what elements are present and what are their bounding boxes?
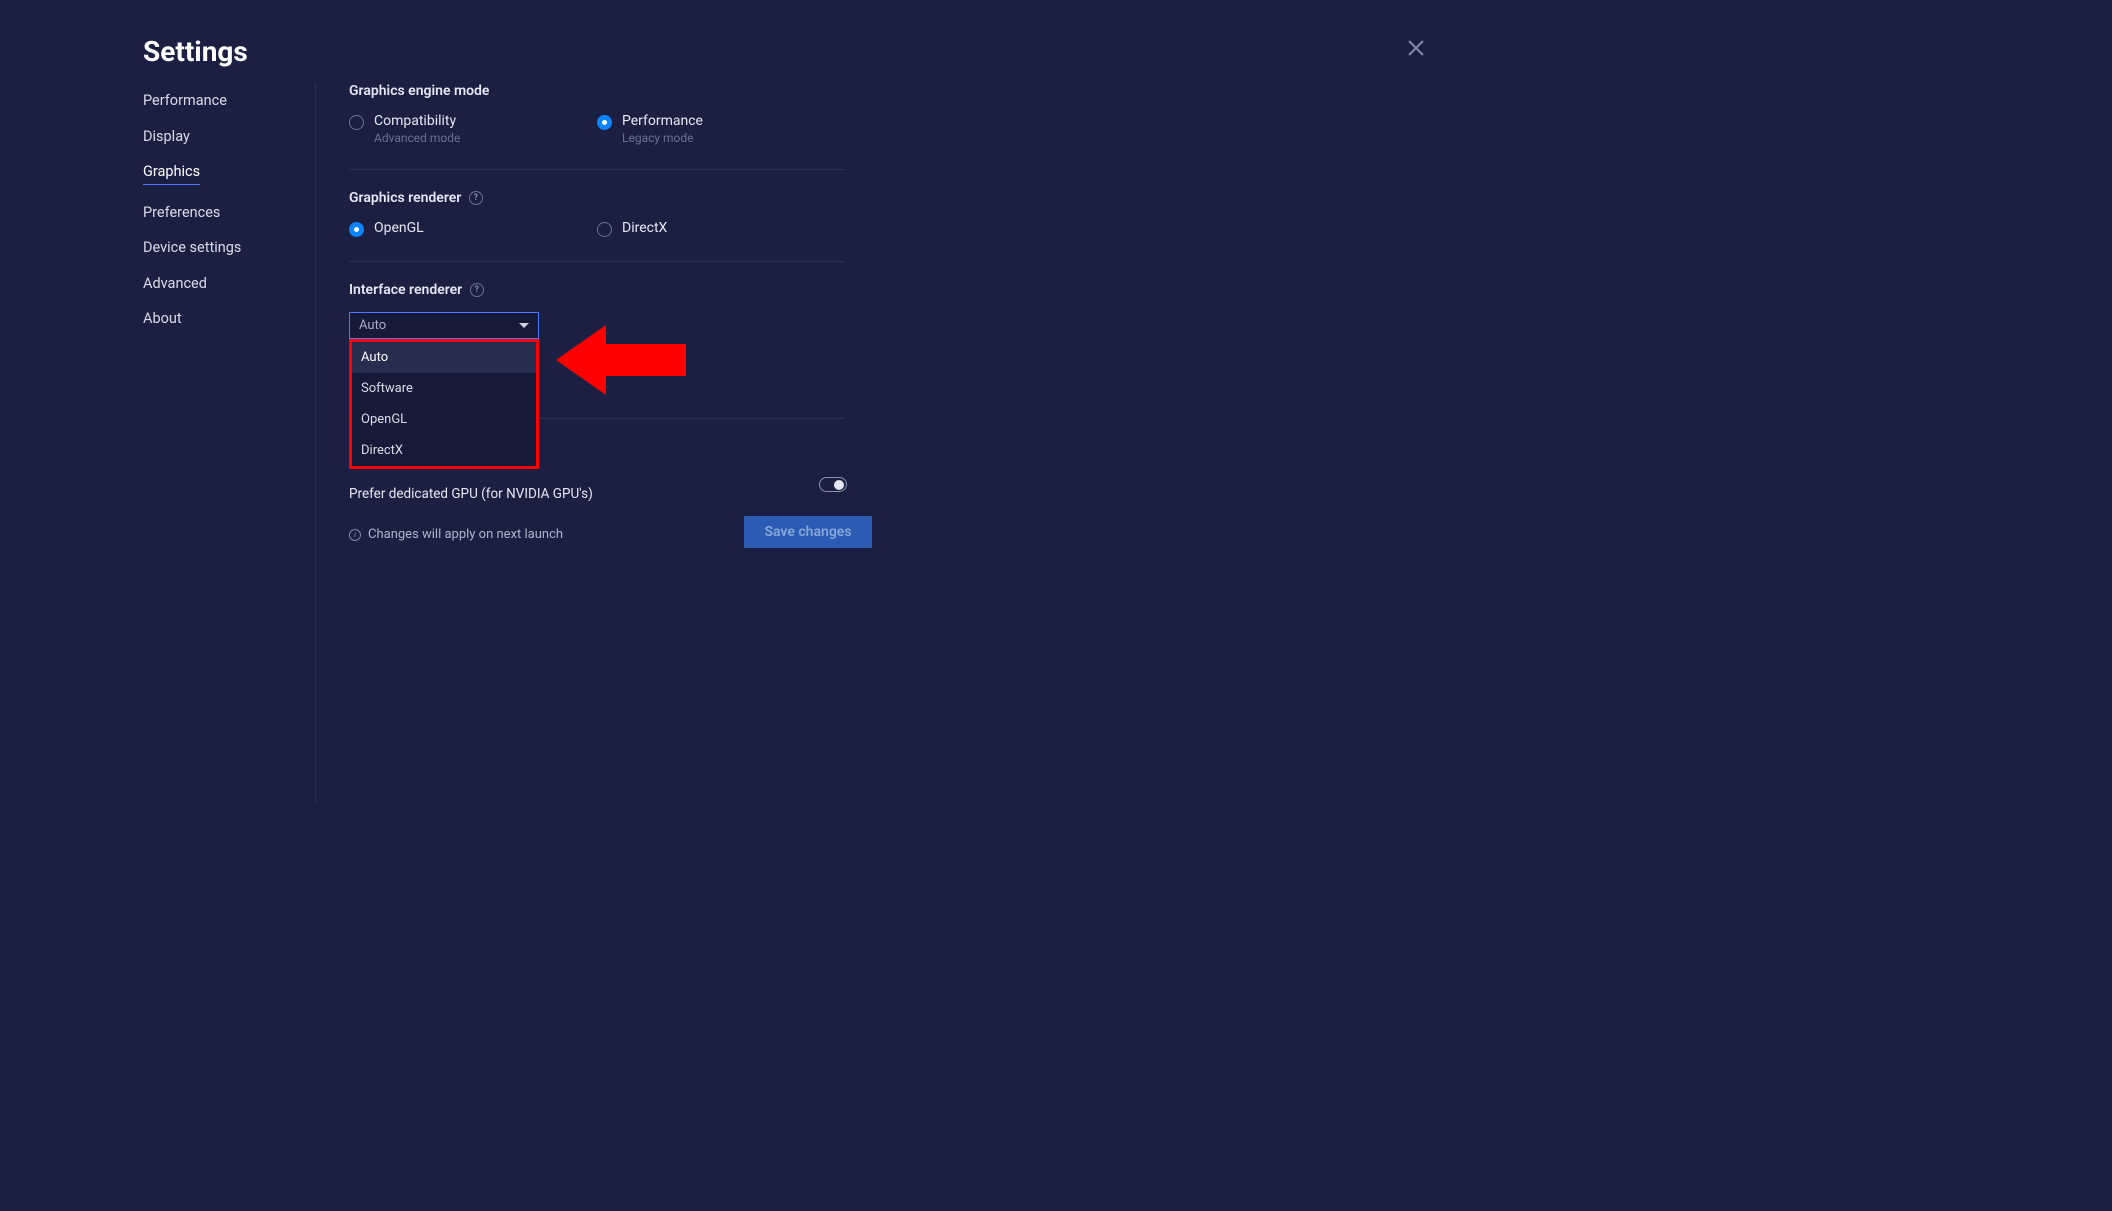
close-icon [1408, 40, 1424, 56]
annotation-arrow-icon [556, 320, 686, 404]
interface-renderer-label: Interface renderer ? [349, 282, 845, 298]
radio-icon [349, 115, 364, 130]
info-icon: i [349, 529, 361, 541]
save-changes-button[interactable]: Save changes [744, 516, 872, 548]
engine-mode-compatibility[interactable]: Compatibility Advanced mode [349, 113, 597, 145]
interface-renderer-dropdown-list: Auto Software OpenGL DirectX [349, 339, 539, 469]
dropdown-value: Auto [359, 318, 386, 333]
radio-sublabel: Advanced mode [374, 131, 460, 145]
section-divider [349, 169, 845, 170]
prefer-dedicated-gpu-label: Prefer dedicated GPU (for NVIDIA GPU's) [349, 486, 593, 502]
engine-mode-performance[interactable]: Performance Legacy mode [597, 113, 845, 145]
footer-note-text: Changes will apply on next launch [368, 527, 563, 542]
dropdown-option-auto[interactable]: Auto [352, 342, 536, 373]
toggle-knob [834, 480, 844, 490]
radio-label: Performance [622, 113, 703, 129]
sidebar-item-graphics[interactable]: Graphics [143, 163, 200, 185]
sidebar-divider [315, 83, 316, 803]
sidebar-item-about[interactable]: About [143, 310, 182, 327]
engine-mode-label: Graphics engine mode [349, 83, 845, 99]
help-icon[interactable]: ? [470, 283, 484, 297]
radio-label: DirectX [622, 220, 667, 236]
caret-down-icon [519, 323, 529, 328]
sidebar-item-preferences[interactable]: Preferences [143, 204, 220, 221]
renderer-label: Graphics renderer ? [349, 190, 845, 206]
radio-label: OpenGL [374, 220, 424, 236]
dropdown-option-directx[interactable]: DirectX [352, 435, 536, 466]
footer-note: i Changes will apply on next launch [349, 527, 563, 542]
radio-label: Compatibility [374, 113, 460, 129]
interface-renderer-label-text: Interface renderer [349, 282, 462, 298]
sidebar-item-performance[interactable]: Performance [143, 92, 227, 109]
renderer-opengl[interactable]: OpenGL [349, 220, 597, 237]
radio-icon [597, 222, 612, 237]
radio-icon [597, 115, 612, 130]
renderer-label-text: Graphics renderer [349, 190, 461, 206]
help-icon[interactable]: ? [469, 191, 483, 205]
prefer-dedicated-gpu-toggle[interactable] [819, 477, 847, 492]
interface-renderer-dropdown[interactable]: Auto [349, 312, 539, 339]
page-title: Settings [143, 35, 248, 68]
dropdown-option-opengl[interactable]: OpenGL [352, 404, 536, 435]
section-divider [349, 261, 845, 262]
radio-icon [349, 222, 364, 237]
radio-sublabel: Legacy mode [622, 131, 703, 145]
sidebar-item-display[interactable]: Display [143, 128, 190, 145]
settings-sidebar: Performance Display Graphics Preferences… [143, 92, 241, 327]
sidebar-item-advanced[interactable]: Advanced [143, 275, 207, 292]
close-button[interactable] [1408, 40, 1424, 56]
renderer-directx[interactable]: DirectX [597, 220, 845, 237]
dropdown-option-software[interactable]: Software [352, 373, 536, 404]
sidebar-item-device-settings[interactable]: Device settings [143, 239, 241, 256]
